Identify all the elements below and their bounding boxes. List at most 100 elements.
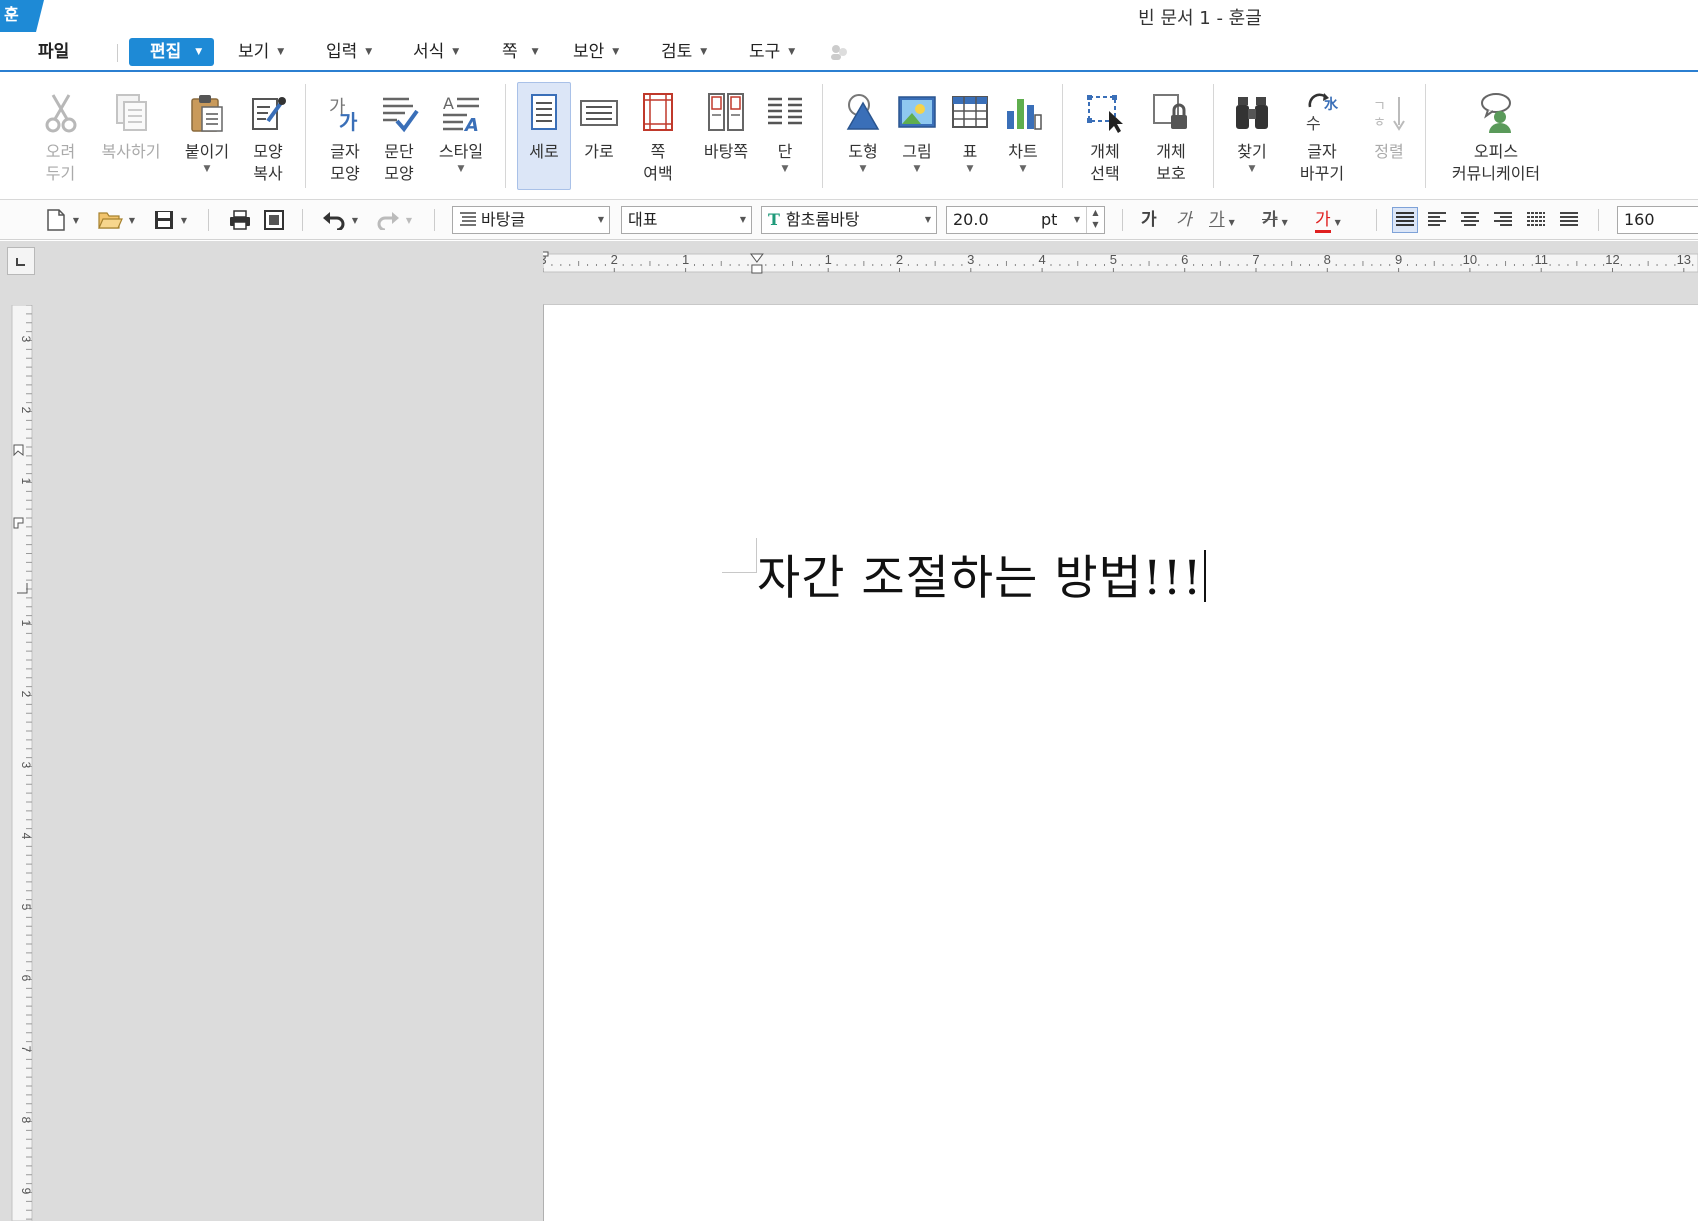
open-folder-icon [97, 212, 123, 229]
menu-format[interactable]: 서식 ▼ [413, 38, 459, 66]
split-distribute-button[interactable] [1556, 207, 1582, 233]
char-shape-button[interactable]: 가가 글자 모양 [322, 82, 368, 190]
left-indent-marker [751, 264, 763, 274]
vertical-ruler[interactable]: 3 2 1 1 2 3 4 5 6 7 8 9 [11, 305, 33, 1221]
portrait-button[interactable]: 세로 [517, 82, 571, 190]
picture-icon [898, 96, 936, 128]
chevron-down-icon: ▼ [180, 215, 188, 225]
align-center-button[interactable] [1457, 207, 1483, 233]
formatting-toolbar: ▼ ▼ ▼ ▼ ▼ 바탕글 ▼ 대표 ▼ T 함초롬바탕 ▼ 20.0 pt ▼ … [0, 200, 1698, 240]
align-justify-button[interactable] [1392, 207, 1418, 233]
page-margin-button[interactable]: 쪽 여백 [632, 82, 684, 190]
chevron-down-icon: ▼ [1019, 164, 1027, 174]
select-object-button[interactable]: 개체 선택 [1078, 82, 1132, 190]
chevron-down-icon: ▼ [203, 164, 211, 174]
shape-button[interactable]: 도형 ▼ [838, 82, 888, 190]
chevron-down-icon: ▼ [277, 47, 285, 57]
font-select[interactable]: T 함초롬바탕 ▼ [761, 206, 937, 234]
bold-button[interactable]: 가 [1141, 209, 1157, 231]
landscape-button[interactable]: 가로 [576, 82, 622, 190]
underline-glyph: 가 [1209, 210, 1225, 230]
master-page-button[interactable]: 바탕쪽 [695, 82, 757, 190]
picture-button[interactable]: 그림 ▼ [893, 82, 941, 190]
align-justify-icon [1396, 212, 1414, 226]
print-button[interactable] [226, 206, 254, 234]
ruler-label: 3 [19, 336, 33, 343]
underline-button[interactable]: 가 ▼ [1209, 209, 1235, 234]
ruler-label: 1 [19, 620, 33, 627]
language-select[interactable]: 대표 ▼ [621, 206, 752, 234]
ribbon-divider [1062, 84, 1063, 188]
table-button[interactable]: 표 ▼ [949, 82, 991, 190]
columns-button[interactable]: 단 ▼ [763, 82, 807, 190]
char-shape-label: 글자 모양 [330, 142, 360, 183]
paragraph-style-select[interactable]: 바탕글 ▼ [452, 206, 610, 234]
align-left-button[interactable] [1424, 207, 1450, 233]
ruler-label: 3 [967, 252, 974, 267]
menu-insert[interactable]: 입력 ▼ [326, 38, 372, 66]
ruler-label: 8 [1324, 252, 1331, 267]
align-right-icon [1494, 212, 1512, 226]
copy-button[interactable]: 복사하기 [93, 82, 169, 190]
open-document-button[interactable]: ▼ [94, 206, 138, 234]
find-button[interactable]: 찾기 ▼ [1228, 82, 1276, 190]
menu-edit[interactable]: 편집 ▼ [129, 38, 214, 66]
style-button[interactable]: AA 스타일 ▼ [431, 82, 491, 190]
undo-button[interactable]: ▼ [318, 206, 362, 234]
printer-icon [230, 210, 250, 230]
shape-icon [846, 94, 880, 130]
svg-text:ㅎ: ㅎ [1373, 115, 1386, 131]
language-value: 대표 [628, 210, 658, 229]
menu-tools[interactable]: 도구 ▼ [749, 38, 795, 66]
font-color-button[interactable]: 가 ▼ [1315, 209, 1341, 234]
save-disk-icon [154, 211, 173, 229]
line-spacing-input[interactable]: 160 [1617, 206, 1698, 234]
find-label: 찾기 [1237, 142, 1267, 161]
para-shape-button[interactable]: 문단 모양 [376, 82, 422, 190]
menu-file[interactable]: 파일 [38, 38, 69, 66]
document-text[interactable]: 자간 조절하는 방법!!! [757, 549, 1207, 609]
menu-view[interactable]: 보기 ▼ [238, 38, 284, 66]
font-size-stepper[interactable]: ▲ ▼ [1086, 207, 1104, 233]
chevron-down-icon: ▼ [531, 47, 539, 57]
office-communicator-button[interactable]: 오피스 커뮤니케이터 [1440, 82, 1552, 190]
app-logo-icon[interactable]: 훈 [0, 0, 44, 32]
chevron-down-icon: ▼ [405, 215, 413, 225]
replace-button[interactable]: 水수 글자 바꾸기 [1290, 82, 1354, 190]
align-right-button[interactable] [1490, 207, 1516, 233]
horizontal-ruler[interactable]: 32112345678910111213 [543, 250, 1698, 276]
cut-button[interactable]: 오려 두기 [38, 82, 83, 190]
chevron-down-icon: ▼ [195, 47, 203, 57]
toolbar-divider [302, 209, 303, 231]
save-button[interactable]: ▼ [148, 206, 192, 234]
ribbon-divider [1213, 84, 1214, 188]
print-preview-button[interactable] [260, 206, 288, 234]
sort-button[interactable]: ㄱㅎ 정렬 [1364, 82, 1414, 190]
menu-security[interactable]: 보안 ▼ [573, 38, 619, 66]
toolbar-divider [434, 209, 435, 231]
paste-button[interactable]: 붙이기 ▼ [178, 82, 236, 190]
document-page[interactable]: 자간 조절하는 방법!!! [543, 304, 1698, 1221]
distribute-button[interactable] [1523, 207, 1549, 233]
protect-object-button[interactable]: 개체 보호 [1144, 82, 1198, 190]
menu-review-label: 검토 [661, 42, 693, 62]
italic-button[interactable]: 가 [1176, 209, 1192, 231]
new-document-button[interactable]: ▼ [40, 206, 84, 234]
tab-type-selector[interactable] [7, 247, 35, 275]
strikethrough-button[interactable]: 가 ▼ [1262, 209, 1288, 234]
document-workspace[interactable]: 32112345678910111213 321123456789 자간 조절하… [0, 241, 1698, 1221]
redo-button[interactable]: ▼ [372, 206, 416, 234]
font-size-input[interactable]: 20.0 pt ▼ ▲ ▼ [946, 206, 1105, 234]
menu-bar: 파일 편집 ▼ 보기 ▼ 입력 ▼ 서식 ▼ 쪽 ▼ 보안 ▼ 검토 ▼ 도구 ▼ [0, 32, 1698, 70]
chevron-down-icon: ▼ [1228, 218, 1235, 227]
menu-review[interactable]: 검토 ▼ [661, 38, 707, 66]
format-copy-button[interactable]: 모양 복사 [244, 82, 292, 190]
line-spacing-value: 160 [1624, 210, 1655, 229]
char-shape-icon: 가가 [329, 97, 358, 134]
font-size-value: 20.0 [953, 210, 989, 229]
chart-button[interactable]: 차트 ▼ [999, 82, 1047, 190]
style-label: 스타일 [438, 142, 484, 161]
replace-label: 글자 바꾸기 [1299, 142, 1345, 183]
menu-page[interactable]: 쪽 ▼ [502, 38, 539, 66]
new-file-icon [47, 209, 65, 231]
